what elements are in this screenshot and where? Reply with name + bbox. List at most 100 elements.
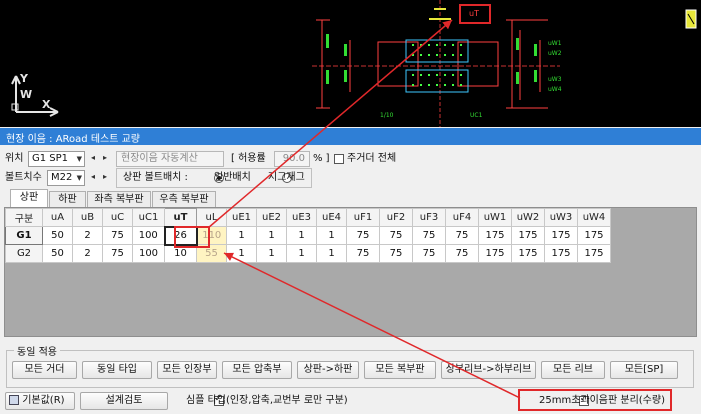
column-header[interactable]: uW4: [577, 208, 611, 227]
split-plate-label: 25mm초과이음판 분리(수량): [539, 395, 665, 406]
cad-dim-label: UC1: [470, 112, 483, 119]
grid-cell[interactable]: 1: [256, 226, 287, 245]
column-header[interactable]: uE2: [256, 208, 287, 227]
grid-cell[interactable]: 2: [72, 244, 103, 263]
grid-cell[interactable]: 75: [346, 226, 380, 245]
grid-cell[interactable]: 175: [544, 244, 578, 263]
grid-cell[interactable]: 175: [478, 226, 512, 245]
tolerance-input[interactable]: 90.0: [274, 151, 310, 167]
column-header[interactable]: uA: [42, 208, 73, 227]
column-header[interactable]: uW1: [478, 208, 512, 227]
column-header[interactable]: uF1: [346, 208, 380, 227]
grid-cell[interactable]: 1: [286, 226, 317, 245]
tolerance-label: [ 허용률: [231, 153, 266, 164]
next-bolt-button[interactable]: ▸: [99, 170, 111, 186]
grid-cell[interactable]: 75: [379, 244, 413, 263]
column-header[interactable]: uF2: [379, 208, 413, 227]
design-check-button[interactable]: 설계검토: [80, 392, 168, 410]
ucs-w-label: W: [20, 88, 33, 101]
same-type-button[interactable]: 동일 타입: [82, 361, 152, 379]
all-web-button[interactable]: 모든 복부판: [364, 361, 436, 379]
grid-cell[interactable]: 1: [316, 244, 347, 263]
default-button-label: 기본값(R): [22, 395, 65, 406]
column-header[interactable]: uC: [102, 208, 133, 227]
tab-bottom-plate[interactable]: 하판: [49, 191, 86, 208]
grid-cell[interactable]: 75: [346, 244, 380, 263]
grid-cell[interactable]: 175: [577, 226, 611, 245]
grid-cell[interactable]: 75: [445, 226, 479, 245]
tab-right-web[interactable]: 우측 복부판: [152, 191, 216, 208]
top-rib-to-bottom-rib-button[interactable]: 상부리브->하부리브: [441, 361, 536, 379]
all-ribs-button[interactable]: 모든 리브: [541, 361, 605, 379]
column-header[interactable]: uE3: [286, 208, 317, 227]
simple-type-label: 심플 타입(인장,압축,교번부 로만 구분): [186, 395, 348, 406]
tab-left-web[interactable]: 좌측 복부판: [87, 191, 151, 208]
grid-cell[interactable]: 175: [511, 244, 545, 263]
column-header[interactable]: uC1: [132, 208, 165, 227]
splice-data-grid[interactable]: 구분 uA uB uC uC1 uT uL uE1 uE2 uE3 uE4 uF…: [4, 207, 697, 337]
grid-cell[interactable]: 75: [412, 244, 446, 263]
column-header[interactable]: uF4: [445, 208, 479, 227]
column-header[interactable]: uF3: [412, 208, 446, 227]
column-header: 구분: [5, 208, 43, 227]
all-sp-button[interactable]: 모든[SP]: [610, 361, 678, 379]
main-girder-all-label: 주거더 전체: [347, 153, 397, 164]
table-row[interactable]: G1 50 2 75 100 26 110 1 1 1 1 75 75 75 7…: [5, 225, 611, 246]
table-row[interactable]: G2 50 2 75 100 10 55 1 1 1 1 75 75 75 75…: [5, 244, 611, 263]
all-compression-button[interactable]: 모든 압축부: [222, 361, 292, 379]
grid-cell[interactable]: 50: [42, 226, 73, 245]
tolerance-unit: % ]: [313, 153, 330, 164]
grid-cell[interactable]: 175: [544, 226, 578, 245]
column-header[interactable]: uL: [196, 208, 227, 227]
row-header[interactable]: G1: [5, 226, 43, 245]
auto-calc-button[interactable]: 현장이음 자동계산: [116, 151, 224, 167]
ucs-x-label: X: [42, 98, 51, 111]
chevron-down-icon: ▼: [76, 155, 82, 163]
grid-cell[interactable]: 50: [42, 244, 73, 263]
all-girders-button[interactable]: 모든 거더: [12, 361, 77, 379]
bolt-size-label: 볼트치수: [5, 172, 42, 183]
column-header[interactable]: uB: [72, 208, 103, 227]
grid-cell[interactable]: 175: [511, 226, 545, 245]
column-header[interactable]: uW2: [511, 208, 545, 227]
default-button[interactable]: 기본값(R): [5, 392, 75, 410]
grid-cell[interactable]: 75: [379, 226, 413, 245]
column-header[interactable]: uE1: [226, 208, 257, 227]
grid-cell[interactable]: 1: [226, 226, 257, 245]
ucs-icon: [11, 75, 59, 117]
bolt-size-select[interactable]: M22 ▼: [47, 170, 85, 186]
column-header[interactable]: uW3: [544, 208, 578, 227]
zigzag-label: 지그재그: [268, 172, 305, 183]
next-location-button[interactable]: ▸: [99, 151, 111, 167]
grid-cell[interactable]: 75: [102, 226, 133, 245]
row-header[interactable]: G2: [5, 244, 43, 263]
prev-bolt-button[interactable]: ◂: [87, 170, 99, 186]
grid-cell[interactable]: 75: [412, 226, 446, 245]
all-tension-button[interactable]: 모든 인장부: [157, 361, 217, 379]
location-value: G1 SP1: [32, 153, 69, 164]
main-girder-all-checkbox[interactable]: [334, 154, 344, 164]
grid-cell[interactable]: 1: [226, 244, 257, 263]
grid-cell[interactable]: 1: [256, 244, 287, 263]
grid-cell[interactable]: 175: [577, 244, 611, 263]
cad-dim-label: uW3: [548, 76, 562, 83]
panel-title: 현장 이음 : ARoad 테스트 교량: [6, 134, 140, 145]
location-select[interactable]: G1 SP1 ▼: [28, 151, 85, 167]
grid-cell[interactable]: 75: [445, 244, 479, 263]
grid-cell[interactable]: 2: [72, 226, 103, 245]
tab-top-plate[interactable]: 상판: [10, 189, 48, 208]
cad-viewport[interactable]: Y W X uT 1/10 UC1 uW1 uW2 uW3 uW4: [0, 0, 701, 127]
grid-cell[interactable]: 175: [478, 244, 512, 263]
bolt-size-value: M22: [51, 172, 73, 183]
grid-cell[interactable]: 1: [316, 226, 347, 245]
grid-cell[interactable]: 75: [102, 244, 133, 263]
grid-cell[interactable]: 100: [132, 244, 165, 263]
splice-table: 구분 uA uB uC uC1 uT uL uE1 uE2 uE3 uE4 uF…: [5, 208, 611, 263]
grid-cell[interactable]: 1: [286, 244, 317, 263]
column-header[interactable]: uE4: [316, 208, 347, 227]
top-to-bottom-button[interactable]: 상판->하판: [297, 361, 359, 379]
prev-location-button[interactable]: ◂: [87, 151, 99, 167]
ucs-y-label: Y: [20, 72, 28, 85]
grid-cell[interactable]: 100: [132, 226, 165, 245]
column-header-uT[interactable]: uT: [164, 208, 197, 227]
